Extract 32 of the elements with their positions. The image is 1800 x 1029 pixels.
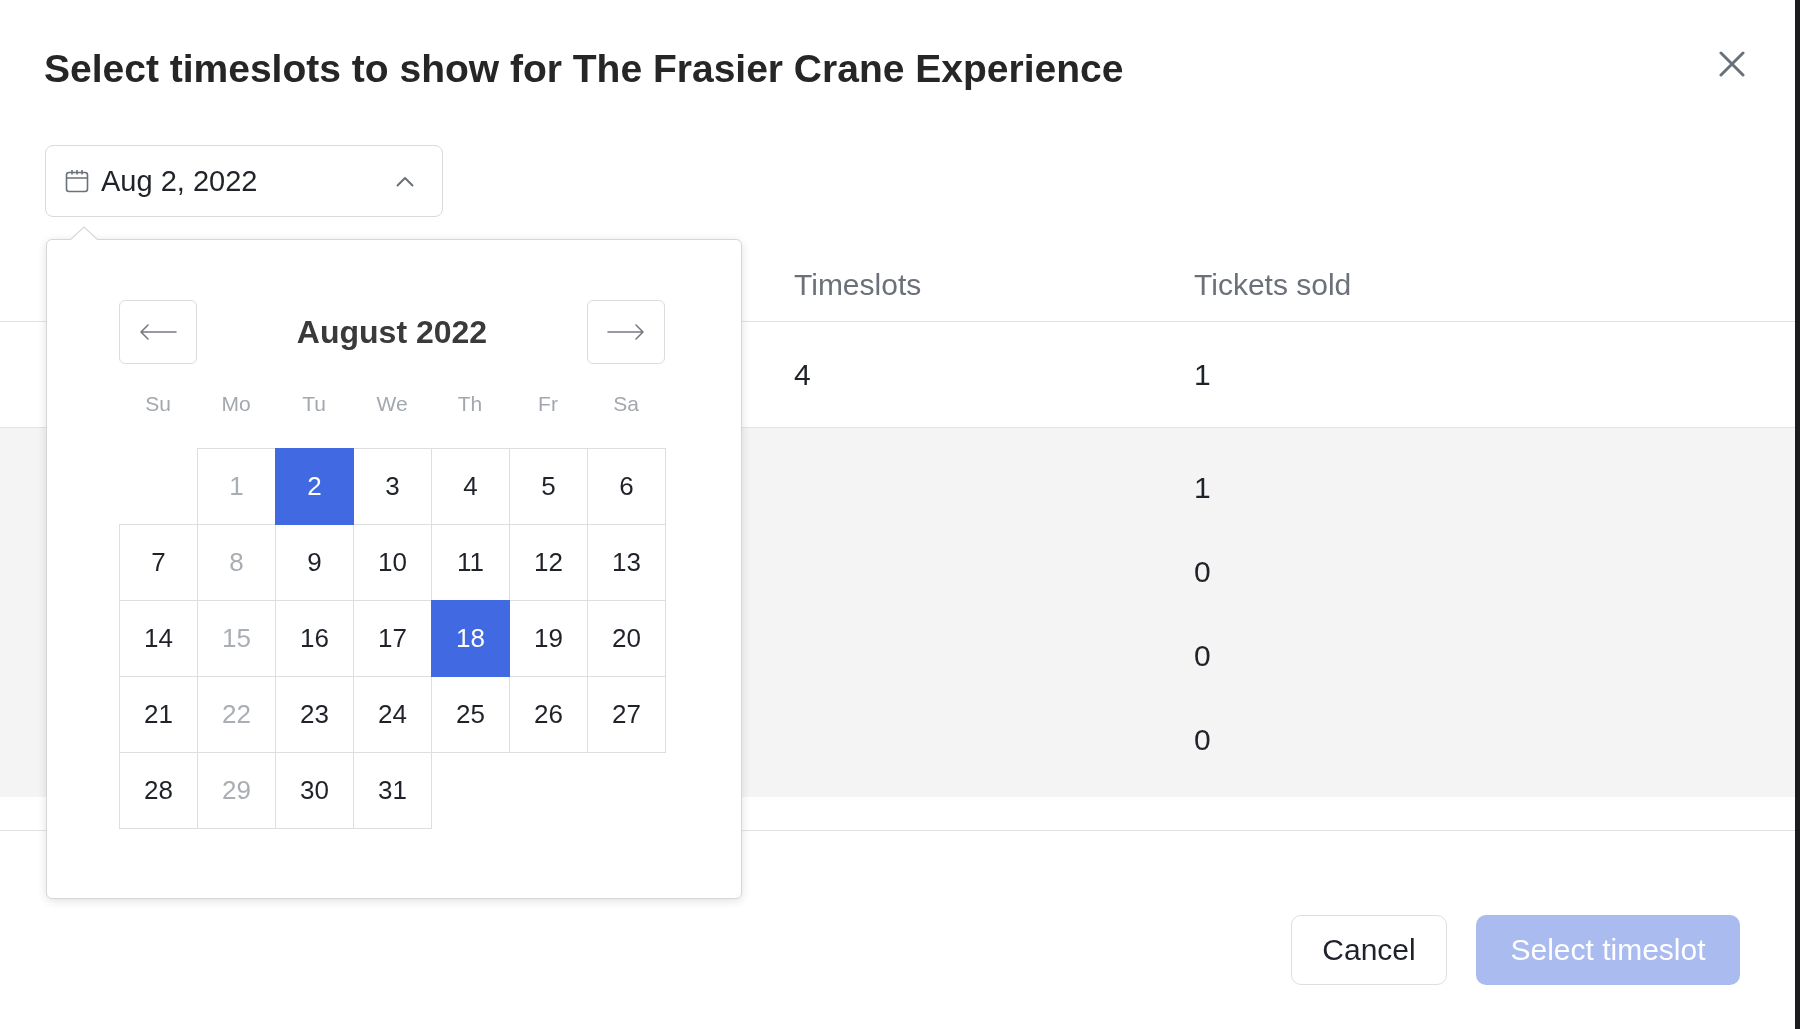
dialog-title: Select timeslots to show for The Frasier Crane Experience: [44, 46, 1124, 92]
close-icon[interactable]: [1719, 51, 1745, 77]
column-header: Tickets sold: [1194, 268, 1352, 302]
weekday-label: Sa: [613, 392, 639, 416]
calendar-icon: [65, 169, 89, 193]
arrow-right-icon: [607, 324, 645, 340]
weekday-label: Th: [457, 392, 483, 416]
table-cell: 1: [1194, 357, 1211, 392]
calendar-day[interactable]: 18: [431, 600, 510, 677]
column-header: Timeslots: [794, 268, 922, 302]
weekday-label: Tu: [302, 392, 326, 416]
weekday-label: Fr: [538, 392, 558, 416]
weekday-label: Su: [145, 392, 171, 416]
cancel-button[interactable]: Cancel: [1291, 915, 1447, 985]
next-month-button[interactable]: [587, 300, 665, 364]
calendar-day[interactable]: 6: [587, 448, 666, 525]
calendar-day[interactable]: 27: [587, 676, 666, 753]
previous-month-button[interactable]: [119, 300, 197, 364]
month-title: August 2022: [296, 313, 488, 351]
arrow-left-icon: [139, 324, 177, 340]
calendar-day[interactable]: 31: [353, 752, 432, 829]
calendar-day[interactable]: 7: [119, 524, 198, 601]
table-cell: 0: [1194, 639, 1211, 673]
weekday-label: Mo: [221, 392, 251, 416]
weekday-label: We: [376, 392, 408, 416]
calendar-day[interactable]: 2: [275, 448, 354, 525]
table-cell: 1: [1194, 471, 1211, 505]
date-picker-field[interactable]: Aug 2, 2022: [45, 145, 443, 217]
table-cell: 4: [794, 357, 811, 392]
table-cell: 0: [1194, 555, 1211, 589]
table-cell: 0: [1194, 723, 1211, 757]
calendar-day[interactable]: 28: [119, 752, 198, 829]
